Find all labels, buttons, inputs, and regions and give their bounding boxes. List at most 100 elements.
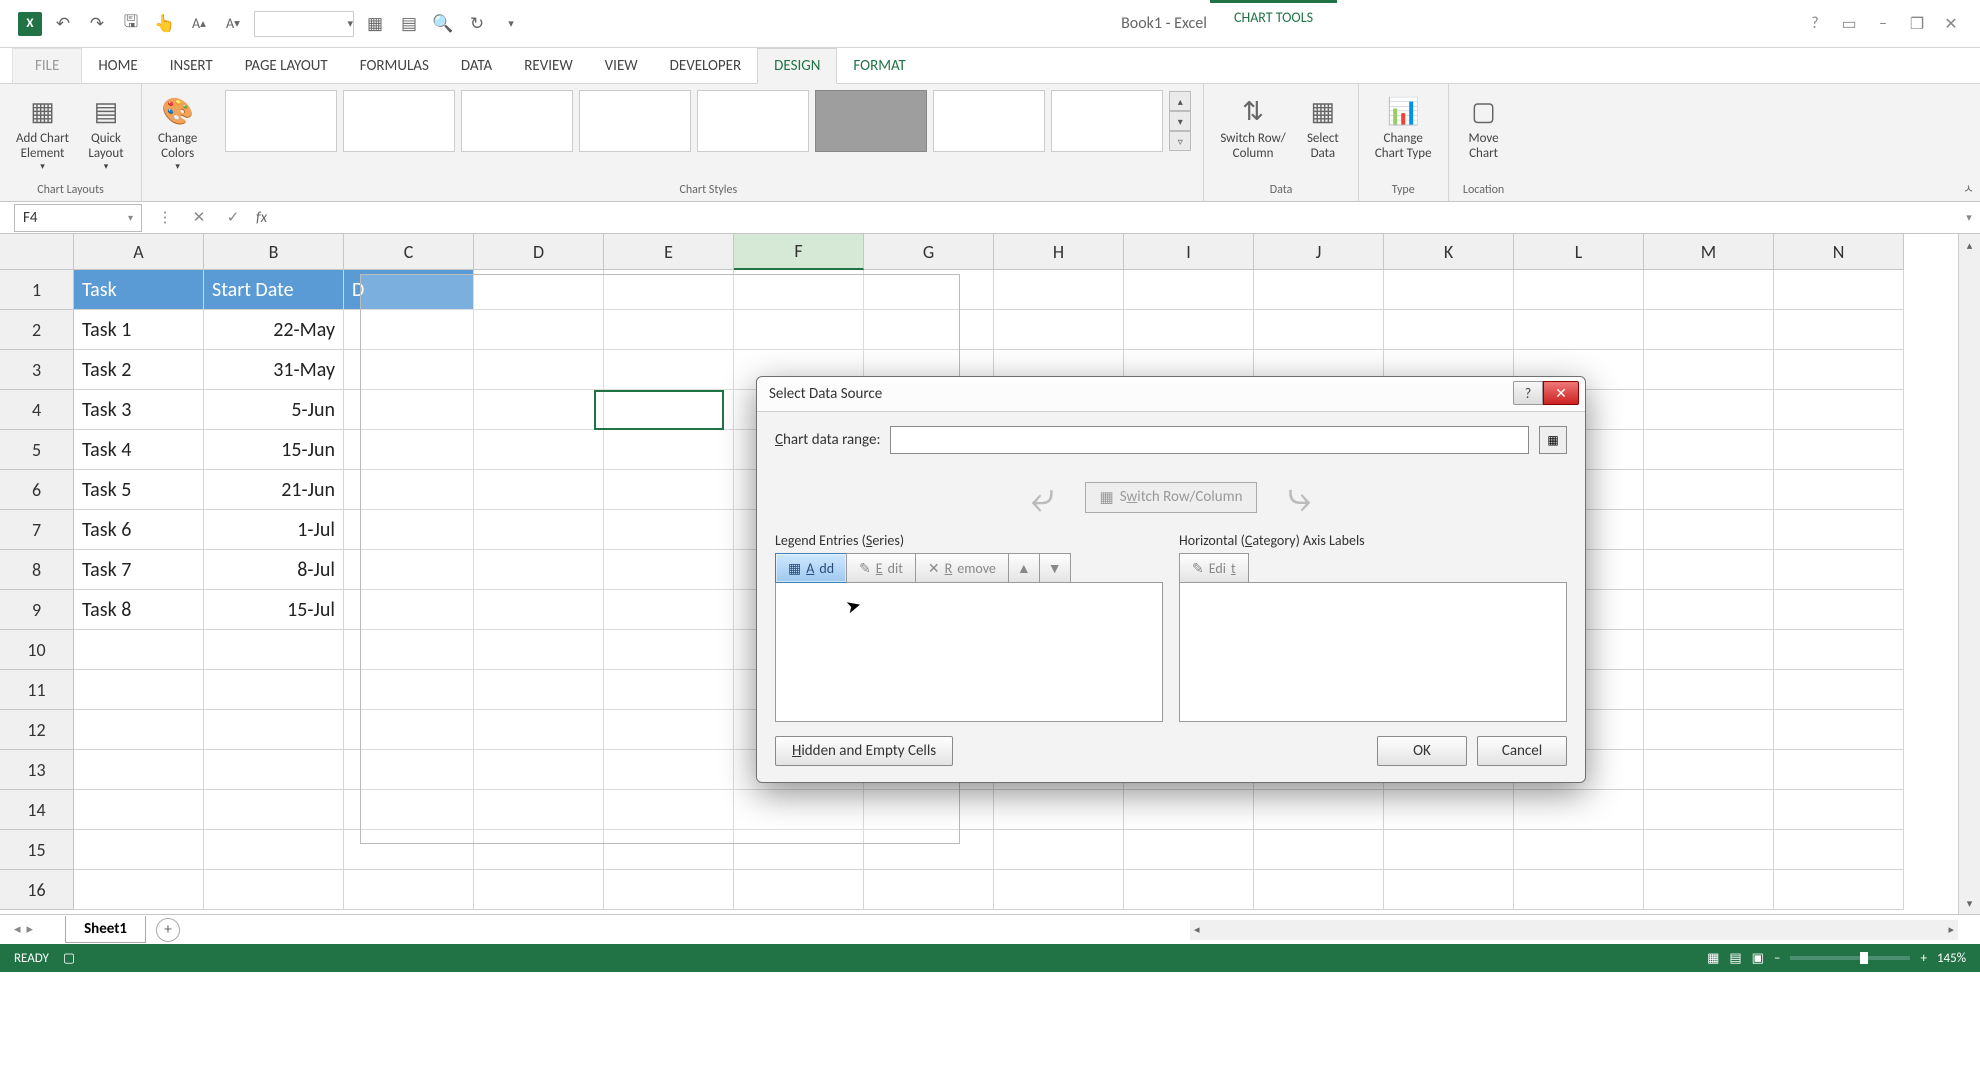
cell-A1[interactable]: Task	[74, 270, 204, 310]
cell-K2[interactable]	[1384, 310, 1514, 350]
row-header-8[interactable]: 8	[0, 550, 74, 590]
cancel-button[interactable]: Cancel	[1477, 736, 1567, 766]
cell-B14[interactable]	[204, 790, 344, 830]
style-thumb-6[interactable]	[815, 90, 927, 152]
cell-B16[interactable]	[204, 870, 344, 910]
name-box[interactable]: F4▾	[14, 204, 142, 232]
switch-row-column-button[interactable]: ⇅Switch Row/ Column	[1216, 90, 1290, 166]
cell-D16[interactable]	[474, 870, 604, 910]
move-chart-button[interactable]: ▢Move Chart	[1461, 90, 1507, 166]
ribbon-options-button[interactable]: ▭	[1838, 13, 1860, 35]
cell-A4[interactable]: Task 3	[74, 390, 204, 430]
tab-data[interactable]: DATA	[445, 49, 508, 83]
cell-A12[interactable]	[74, 710, 204, 750]
qa-icon-1[interactable]: ▦	[362, 11, 388, 37]
cell-M2[interactable]	[1644, 310, 1774, 350]
zoom-out-button[interactable]: –	[1774, 951, 1780, 966]
style-thumb-2[interactable]	[343, 90, 455, 152]
cell-K15[interactable]	[1384, 830, 1514, 870]
tab-page-layout[interactable]: PAGE LAYOUT	[229, 49, 344, 83]
cell-H2[interactable]	[994, 310, 1124, 350]
cell-M6[interactable]	[1644, 470, 1774, 510]
col-header-C[interactable]: C	[344, 234, 474, 270]
formula-input[interactable]	[275, 204, 1958, 232]
gallery-scroll[interactable]: ▴▾▿	[1169, 91, 1191, 151]
cell-A8[interactable]: Task 7	[74, 550, 204, 590]
cell-B5[interactable]: 15-Jun	[204, 430, 344, 470]
cell-L2[interactable]	[1514, 310, 1644, 350]
col-header-H[interactable]: H	[994, 234, 1124, 270]
cell-N3[interactable]	[1774, 350, 1904, 390]
cell-J15[interactable]	[1254, 830, 1384, 870]
range-picker-button[interactable]: ▦	[1539, 426, 1567, 454]
hidden-empty-cells-button[interactable]: Hidden and Empty Cells	[775, 736, 953, 766]
col-header-B[interactable]: B	[204, 234, 344, 270]
font-increase-button[interactable]: A▴	[186, 11, 212, 37]
cell-A2[interactable]: Task 1	[74, 310, 204, 350]
cell-J16[interactable]	[1254, 870, 1384, 910]
macro-record-icon[interactable]: ▢	[63, 951, 75, 966]
cell-M13[interactable]	[1644, 750, 1774, 790]
cell-L15[interactable]	[1514, 830, 1644, 870]
row-header-10[interactable]: 10	[0, 630, 74, 670]
save-button[interactable]: 🖫	[118, 11, 144, 37]
cell-M8[interactable]	[1644, 550, 1774, 590]
row-header-7[interactable]: 7	[0, 510, 74, 550]
cell-A16[interactable]	[74, 870, 204, 910]
row-header-6[interactable]: 6	[0, 470, 74, 510]
tab-developer[interactable]: DEVELOPER	[654, 49, 758, 83]
select-all-button[interactable]	[0, 234, 74, 270]
cell-N9[interactable]	[1774, 590, 1904, 630]
row-header-5[interactable]: 5	[0, 430, 74, 470]
cell-M1[interactable]	[1644, 270, 1774, 310]
quick-layout-button[interactable]: ▤Quick Layout▾	[83, 90, 129, 176]
font-decrease-button[interactable]: A▾	[220, 11, 246, 37]
cell-N16[interactable]	[1774, 870, 1904, 910]
change-colors-button[interactable]: 🎨Change Colors▾	[154, 90, 201, 176]
cell-M11[interactable]	[1644, 670, 1774, 710]
cell-H16[interactable]	[994, 870, 1124, 910]
cell-N11[interactable]	[1774, 670, 1904, 710]
col-header-D[interactable]: D	[474, 234, 604, 270]
style-thumb-8[interactable]	[1051, 90, 1163, 152]
cell-N6[interactable]	[1774, 470, 1904, 510]
cell-B11[interactable]	[204, 670, 344, 710]
tab-home[interactable]: HOME	[82, 49, 153, 83]
cell-H14[interactable]	[994, 790, 1124, 830]
col-header-M[interactable]: M	[1644, 234, 1774, 270]
col-header-E[interactable]: E	[604, 234, 734, 270]
cell-N4[interactable]	[1774, 390, 1904, 430]
close-button[interactable]: ✕	[1940, 13, 1962, 35]
column-headers[interactable]: ABCDEFGHIJKLMN	[74, 234, 1904, 270]
zoom-in-button[interactable]: +	[1920, 951, 1926, 966]
ok-button[interactable]: OK	[1377, 736, 1467, 766]
change-chart-type-button[interactable]: 📊Change Chart Type	[1371, 90, 1436, 166]
horizontal-scrollbar[interactable]: ◂▸	[1190, 920, 1958, 940]
cell-L1[interactable]	[1514, 270, 1644, 310]
cell-A14[interactable]	[74, 790, 204, 830]
row-header-15[interactable]: 15	[0, 830, 74, 870]
cell-B4[interactable]: 5-Jun	[204, 390, 344, 430]
cell-A7[interactable]: Task 6	[74, 510, 204, 550]
cell-J2[interactable]	[1254, 310, 1384, 350]
cell-I15[interactable]	[1124, 830, 1254, 870]
dialog-close-button[interactable]: ✕	[1543, 381, 1579, 405]
cell-N7[interactable]	[1774, 510, 1904, 550]
undo-button[interactable]: ↶	[50, 11, 76, 37]
cell-M7[interactable]	[1644, 510, 1774, 550]
expand-fbar-button[interactable]: ▾	[1958, 211, 1980, 224]
cell-N13[interactable]	[1774, 750, 1904, 790]
cell-K14[interactable]	[1384, 790, 1514, 830]
col-header-I[interactable]: I	[1124, 234, 1254, 270]
tab-format[interactable]: FORMAT	[837, 49, 921, 83]
cell-K16[interactable]	[1384, 870, 1514, 910]
zoom-level[interactable]: 145%	[1937, 951, 1966, 966]
qa-icon-2[interactable]: ▤	[396, 11, 422, 37]
chart-styles-gallery[interactable]: ▴▾▿	[225, 90, 1191, 152]
excel-icon[interactable]: X	[18, 12, 42, 36]
cell-C16[interactable]	[344, 870, 474, 910]
cell-K1[interactable]	[1384, 270, 1514, 310]
cell-N15[interactable]	[1774, 830, 1904, 870]
style-thumb-4[interactable]	[579, 90, 691, 152]
cell-M5[interactable]	[1644, 430, 1774, 470]
